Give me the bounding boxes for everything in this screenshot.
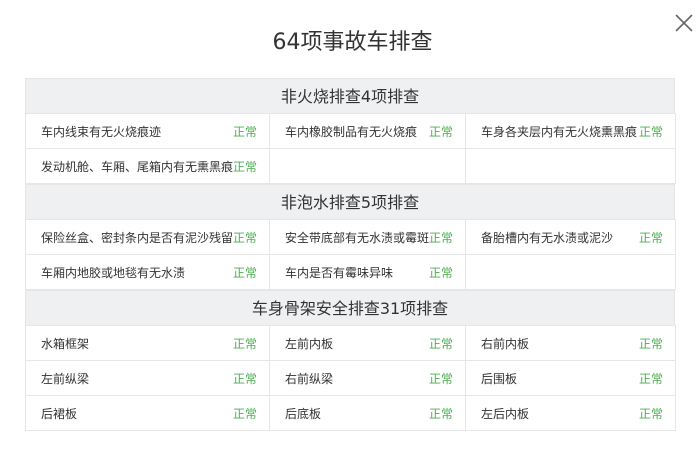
check-item-name: 发动机舱、车厢、尾箱内有无熏黑痕: [41, 159, 234, 174]
check-item-name: 后裙板: [41, 406, 78, 421]
check-item-name: 左后内板: [481, 406, 530, 421]
check-item: 左前纵梁 正常: [26, 360, 270, 396]
check-item-name: 水箱框架: [41, 336, 90, 351]
check-item: 水箱框架 正常: [26, 325, 270, 361]
check-item-status: 正常: [638, 371, 663, 386]
section-header: 非火烧排查4项排查: [25, 78, 675, 113]
check-item-name: 保险丝盒、密封条内是否有泥沙残留: [41, 230, 234, 245]
check-item: 车内是否有霉味异味 正常: [270, 254, 466, 290]
check-item-name: 后围板: [481, 371, 518, 386]
check-item-status: 正常: [428, 406, 453, 421]
check-item: 右前内板 正常: [466, 325, 676, 361]
check-item-status: 正常: [638, 406, 663, 421]
empty-cell: [466, 254, 676, 290]
check-item-status: 正常: [638, 230, 663, 245]
check-item-name: 右前内板: [481, 336, 530, 351]
check-item-name: 备胎槽内有无水渍或泥沙: [481, 230, 614, 245]
check-item: 发动机舱、车厢、尾箱内有无熏黑痕 正常: [26, 148, 270, 184]
check-item-status: 正常: [428, 336, 453, 351]
check-item: 车内线束有无火烧痕迹 正常: [26, 113, 270, 149]
check-grid: 车内线束有无火烧痕迹 正常 车内橡胶制品有无火烧痕 正常 车身各夹层内有无火烧熏黑痕 正常…: [25, 113, 676, 184]
check-item: 备胎槽内有无水渍或泥沙 正常: [466, 219, 676, 255]
check-item: 车内橡胶制品有无火烧痕 正常: [270, 113, 466, 149]
check-item-status: 正常: [233, 230, 258, 245]
check-item-name: 车内线束有无火烧痕迹: [41, 124, 162, 139]
check-item-name: 车内是否有霉味异味: [285, 265, 394, 280]
check-item: 保险丝盒、密封条内是否有泥沙残留 正常: [26, 219, 270, 255]
check-item-status: 正常: [428, 265, 453, 280]
section-header: 车身骨架安全排查31项排查: [25, 290, 675, 325]
check-grid: 保险丝盒、密封条内是否有泥沙残留 正常 安全带底部有无水渍或霉斑 正常 备胎槽内有无水渍…: [25, 219, 676, 290]
section-header: 非泡水排查5项排查: [25, 184, 675, 219]
check-item-name: 后底板: [285, 406, 322, 421]
check-item-name: 安全带底部有无水渍或霉斑: [285, 230, 430, 245]
check-item-name: 左前纵梁: [41, 371, 90, 386]
check-grid: 水箱框架 正常 左前内板 正常 右前内板 正常 左前纵梁 正常 右前纵梁 正常 后围板 正常 后裙板 正常…: [25, 325, 676, 431]
check-item-status: 正常: [232, 406, 257, 421]
empty-cell: [466, 148, 676, 184]
check-item: 后底板 正常: [270, 395, 466, 431]
check-item-name: 车内橡胶制品有无火烧痕: [285, 124, 418, 139]
check-item-status: 正常: [428, 124, 453, 139]
check-item: 车身各夹层内有无火烧熏黑痕 正常: [466, 113, 676, 149]
check-sections: 非火烧排查4项排查 车内线束有无火烧痕迹 正常 车内橡胶制品有无火烧痕 正常 车身各夹层内…: [25, 78, 676, 431]
check-item-status: 正常: [638, 124, 663, 139]
dialog-title: 64项事故车排查: [272, 30, 433, 55]
empty-cell: [270, 148, 466, 184]
check-item: 后围板 正常: [466, 360, 676, 396]
check-item: 左后内板 正常: [466, 395, 676, 431]
check-item: 安全带底部有无水渍或霉斑 正常: [270, 219, 466, 255]
check-item-status: 正常: [233, 159, 258, 174]
check-item: 后裙板 正常: [26, 395, 270, 431]
check-item: 左前内板 正常: [270, 325, 466, 361]
check-item-status: 正常: [638, 336, 663, 351]
check-item-status: 正常: [232, 336, 257, 351]
check-item-status: 正常: [232, 124, 257, 139]
check-item: 右前纵梁 正常: [270, 360, 466, 396]
check-item: 车厢内地胶或地毯有无水渍 正常: [26, 254, 270, 290]
check-item-name: 左前内板: [285, 336, 334, 351]
check-item-status: 正常: [428, 371, 453, 386]
check-item-name: 车身各夹层内有无火烧熏黑痕: [481, 124, 638, 139]
check-item-status: 正常: [429, 230, 454, 245]
accident-check-dialog: 64项事故车排查 非火烧排查4项排查 车内线束有无火烧痕迹 正常 车内橡胶制品有无火烧…: [0, 0, 697, 471]
check-item-name: 右前纵梁: [285, 371, 334, 386]
check-item-status: 正常: [232, 265, 257, 280]
check-item-status: 正常: [232, 371, 257, 386]
check-item-name: 车厢内地胶或地毯有无水渍: [41, 265, 186, 280]
